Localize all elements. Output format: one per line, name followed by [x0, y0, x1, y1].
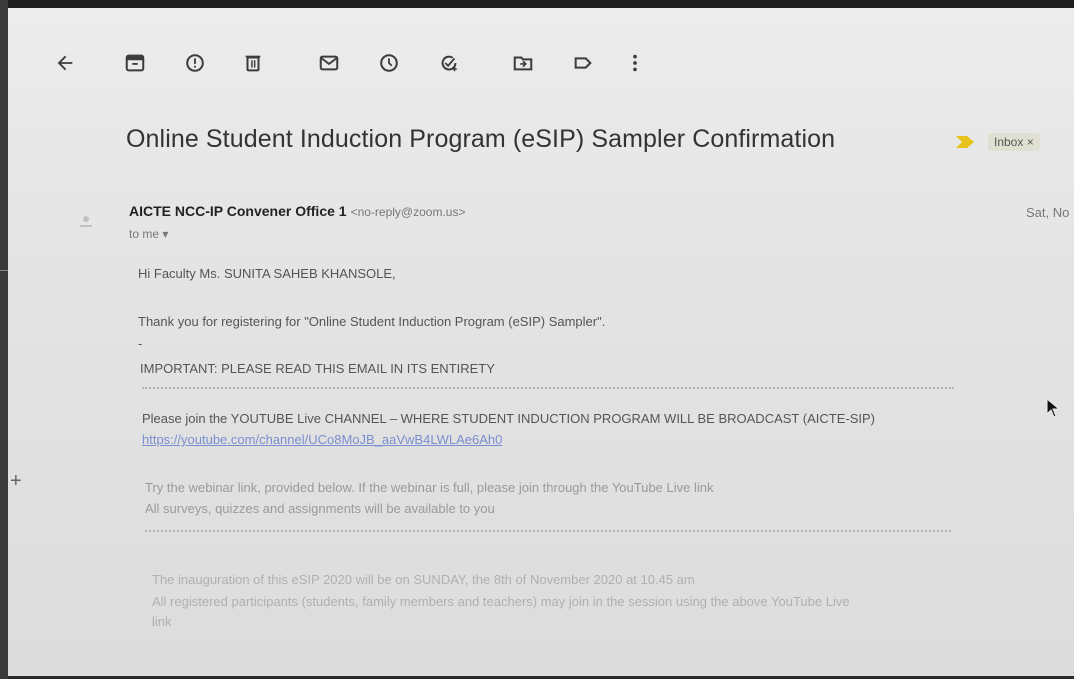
- youtube-join-text: Please join the YOUTUBE Live CHANNEL – W…: [142, 411, 875, 426]
- mark-unread-icon[interactable]: [314, 48, 344, 78]
- greeting-text: Hi Faculty Ms. SUNITA SAHEB KHANSOLE,: [138, 266, 396, 281]
- sender-name: AICTE NCC-IP Convener Office 1: [129, 203, 347, 219]
- labels-icon[interactable]: [568, 48, 598, 78]
- snooze-icon[interactable]: [374, 48, 404, 78]
- more-vert-icon[interactable]: [620, 48, 650, 78]
- recipient-details-toggle[interactable]: to me ▾: [129, 227, 168, 241]
- thanks-text: Thank you for registering for "Online St…: [138, 314, 606, 329]
- add-to-tasks-icon[interactable]: [434, 48, 464, 78]
- importance-marker-icon[interactable]: [956, 135, 974, 153]
- move-to-icon[interactable]: [508, 48, 538, 78]
- screen-edge-tick: [0, 270, 8, 271]
- email-date: Sat, No: [1026, 205, 1070, 220]
- inbox-label-chip[interactable]: Inbox ×: [988, 133, 1040, 151]
- screen-edge-plus-icon: +: [10, 470, 22, 492]
- monitor-left-edge: [0, 0, 8, 679]
- monitor-top-edge: [0, 0, 1074, 8]
- inauguration-text: The inauguration of this eSIP 2020 will …: [152, 572, 695, 587]
- participants-text-end: link: [152, 614, 172, 629]
- back-arrow-icon[interactable]: [50, 48, 80, 78]
- surveys-text: All surveys, quizzes and assignments wil…: [145, 501, 495, 516]
- delete-icon[interactable]: [238, 48, 268, 78]
- webinar-text: Try the webinar link, provided below. If…: [145, 480, 714, 495]
- report-spam-icon[interactable]: [180, 48, 210, 78]
- asterisk-divider: [142, 387, 954, 389]
- youtube-channel-link[interactable]: https://youtube.com/channel/UCo8MoJB_aaV…: [142, 432, 502, 447]
- email-view: Online Student Induction Program (eSIP) …: [8, 8, 1074, 676]
- asterisk-divider-2: [145, 530, 951, 532]
- important-notice: IMPORTANT: PLEASE READ THIS EMAIL IN ITS…: [140, 361, 495, 376]
- separator-dash: -: [138, 336, 143, 351]
- email-subject: Online Student Induction Program (eSIP) …: [126, 125, 836, 153]
- mouse-cursor-icon: [1046, 397, 1061, 423]
- message-toolbar: [8, 48, 1074, 88]
- archive-icon[interactable]: [120, 48, 150, 78]
- avatar: [78, 213, 94, 233]
- participants-text: All registered participants (students, f…: [152, 594, 850, 609]
- sender[interactable]: AICTE NCC-IP Convener Office 1 <no-reply@…: [129, 203, 465, 219]
- sender-email: <no-reply@zoom.us>: [350, 205, 466, 219]
